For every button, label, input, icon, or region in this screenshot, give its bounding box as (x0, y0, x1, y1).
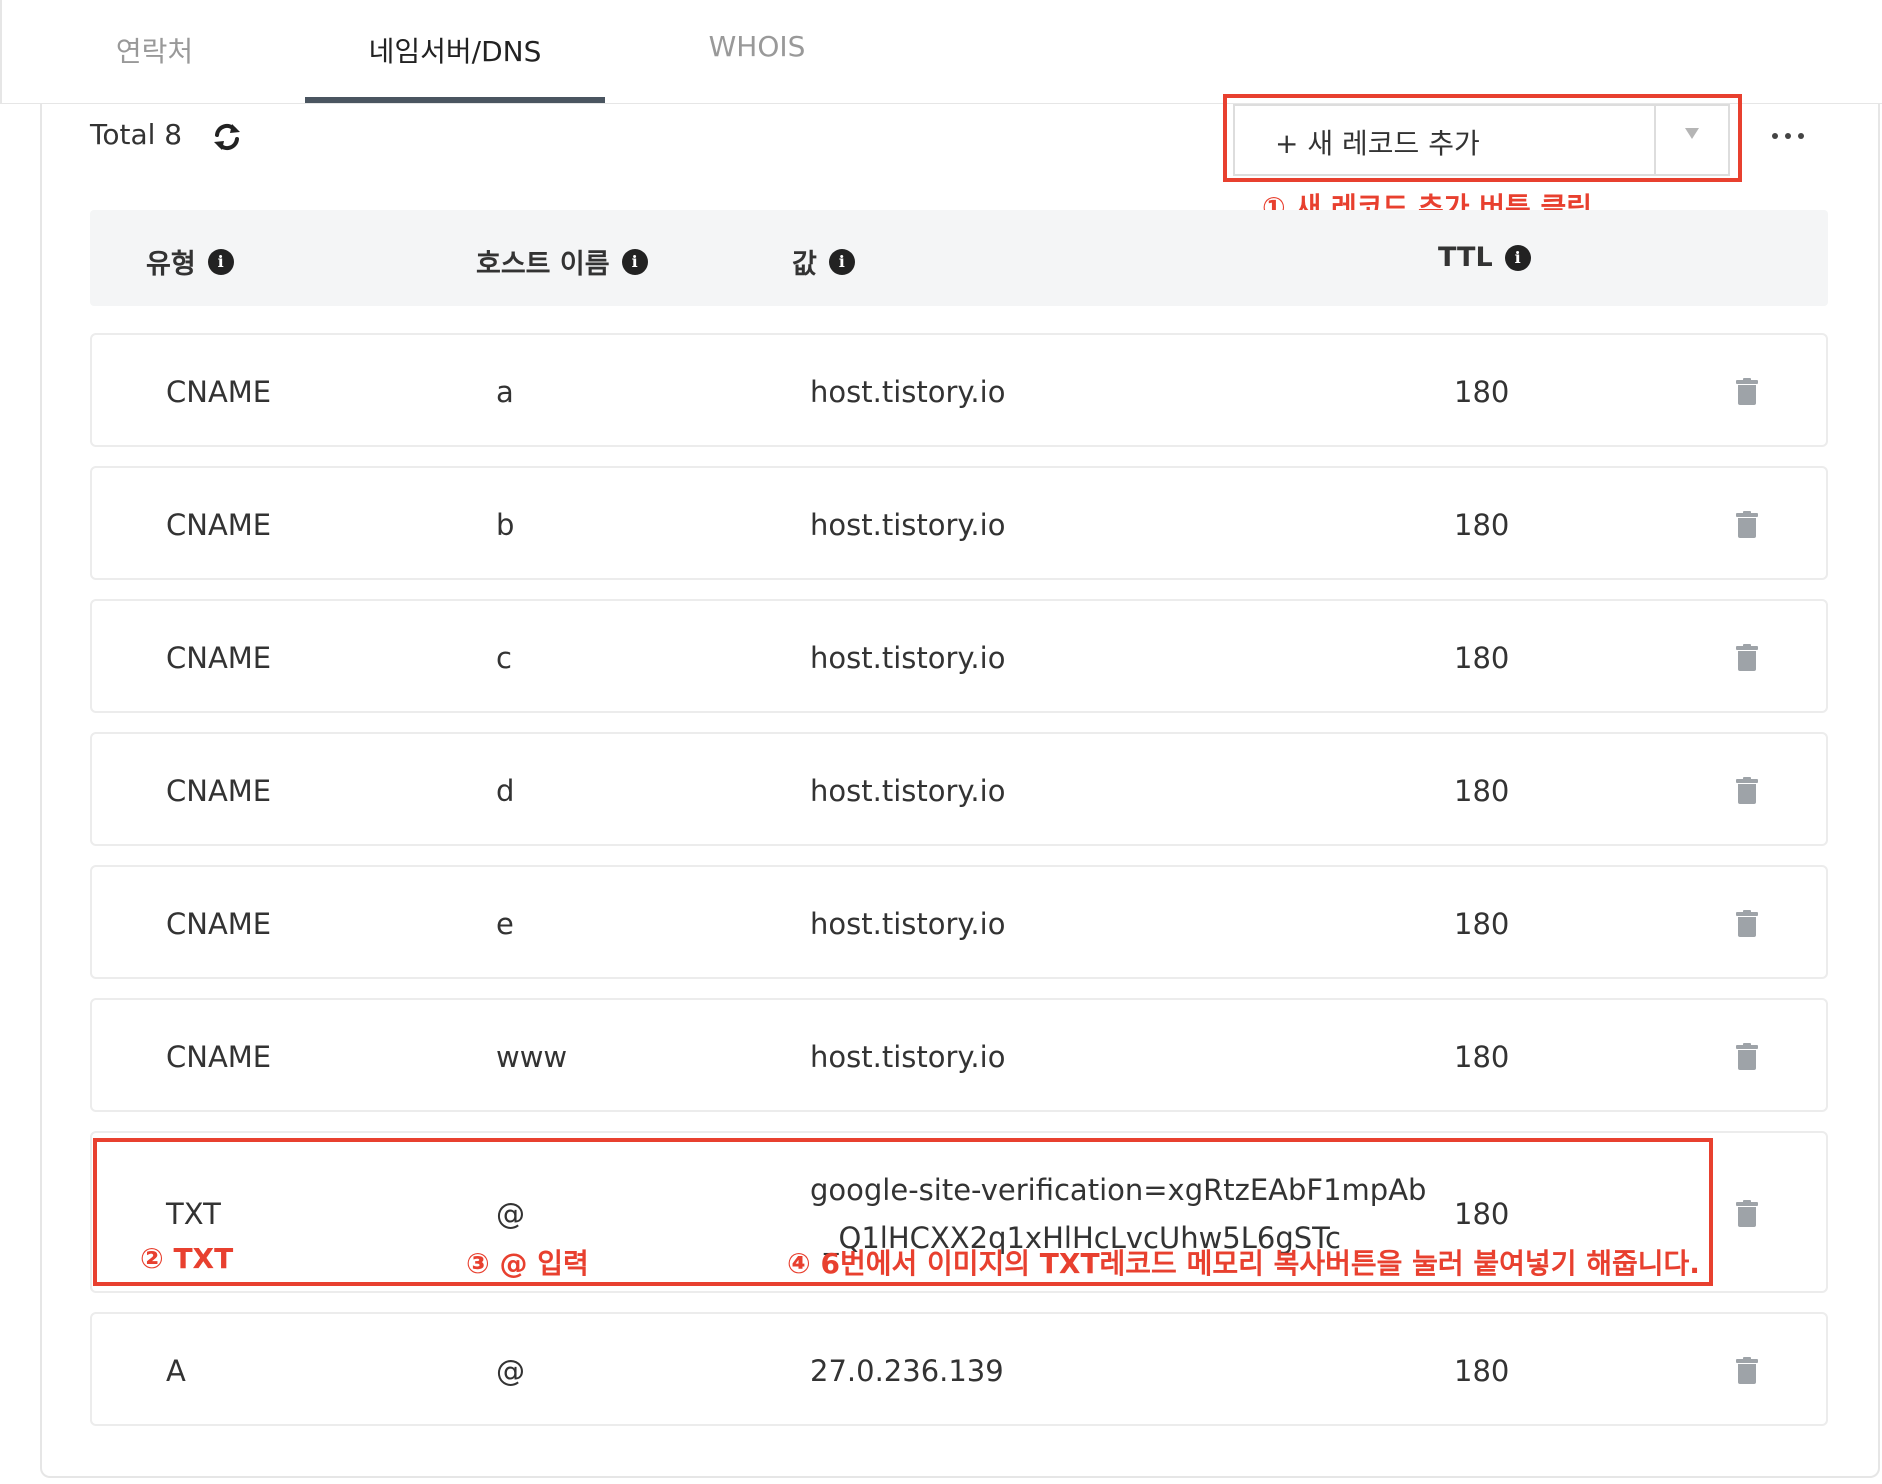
record-type: CNAME (166, 641, 272, 675)
refresh-icon[interactable] (210, 120, 244, 154)
table-header: 유형 i 호스트 이름 i 값i TTL i (90, 210, 1828, 306)
tab-contacts[interactable]: 연락처 (97, 30, 212, 70)
more-horizontal-icon[interactable] (1770, 125, 1806, 145)
highlight-add-button (1223, 94, 1742, 182)
table-row: CNAME c host.tistory.io 180 (90, 599, 1828, 713)
table-row: A @ 27.0.236.139 180 (90, 1312, 1828, 1426)
record-host: d (496, 774, 515, 808)
record-value: host.tistory.io (810, 508, 1006, 542)
header-host: 호스트 이름 i (476, 242, 648, 281)
header-ttl: TTL i (1438, 242, 1531, 273)
record-ttl: 180 (1454, 1354, 1510, 1388)
header-value-label: 값 (792, 249, 817, 280)
header-type-label: 유형 (146, 249, 196, 280)
table-row: CNAME d host.tistory.io 180 (90, 732, 1828, 846)
header-value: 값i (792, 242, 855, 281)
header-type: 유형 i (146, 242, 234, 281)
record-type: CNAME (166, 375, 272, 409)
record-host: e (496, 907, 514, 941)
header-ttl-label: TTL (1438, 242, 1493, 273)
trash-icon[interactable] (1736, 644, 1758, 672)
record-host: a (496, 375, 514, 409)
info-icon[interactable]: i (621, 248, 648, 275)
record-value: 27.0.236.139 (810, 1354, 1004, 1388)
info-icon[interactable]: i (207, 248, 234, 275)
annotation-step2: ② TXT (140, 1242, 234, 1275)
record-type: CNAME (166, 774, 272, 808)
annotation-step4: ④ 6번에서 이미지의 TXT레코드 메모리 복사버튼을 눌러 붙여넣기 해줍니… (787, 1247, 1700, 1280)
trash-icon[interactable] (1736, 1043, 1758, 1071)
record-type: CNAME (166, 508, 272, 542)
record-value: host.tistory.io (810, 907, 1006, 941)
record-ttl: 180 (1454, 375, 1510, 409)
trash-icon[interactable] (1736, 777, 1758, 805)
record-host: b (496, 508, 515, 542)
tab-bar: 연락처 네임서버/DNS WHOIS (0, 0, 1882, 104)
info-icon[interactable]: i (1504, 244, 1531, 271)
record-type: A (166, 1354, 186, 1388)
header-host-label: 호스트 이름 (476, 249, 610, 280)
annotation-step3: ③ @ 입력 (466, 1247, 589, 1280)
record-value: host.tistory.io (810, 774, 1006, 808)
table-row: CNAME a host.tistory.io 180 (90, 333, 1828, 447)
trash-icon[interactable] (1736, 378, 1758, 406)
trash-icon[interactable] (1736, 1357, 1758, 1385)
table-row: CNAME www host.tistory.io 180 (90, 998, 1828, 1112)
record-ttl: 180 (1454, 1040, 1510, 1074)
trash-icon[interactable] (1736, 1200, 1758, 1228)
trash-icon[interactable] (1736, 511, 1758, 539)
record-value: host.tistory.io (810, 641, 1006, 675)
tab-whois[interactable]: WHOIS (692, 30, 822, 63)
record-value: host.tistory.io (810, 1040, 1006, 1074)
info-icon[interactable]: i (828, 248, 855, 275)
record-host: @ (496, 1354, 525, 1388)
tab-nameserver-dns[interactable]: 네임서버/DNS (305, 30, 605, 70)
total-count: Total 8 (90, 118, 183, 151)
record-host: c (496, 641, 512, 675)
table-row: CNAME e host.tistory.io 180 (90, 865, 1828, 979)
record-ttl: 180 (1454, 641, 1510, 675)
trash-icon[interactable] (1736, 910, 1758, 938)
record-host: www (496, 1040, 568, 1074)
record-value: host.tistory.io (810, 375, 1006, 409)
record-ttl: 180 (1454, 508, 1510, 542)
record-ttl: 180 (1454, 774, 1510, 808)
active-tab-indicator (305, 97, 605, 103)
record-type: CNAME (166, 907, 272, 941)
table-row: CNAME b host.tistory.io 180 (90, 466, 1828, 580)
record-type: CNAME (166, 1040, 272, 1074)
record-ttl: 180 (1454, 907, 1510, 941)
